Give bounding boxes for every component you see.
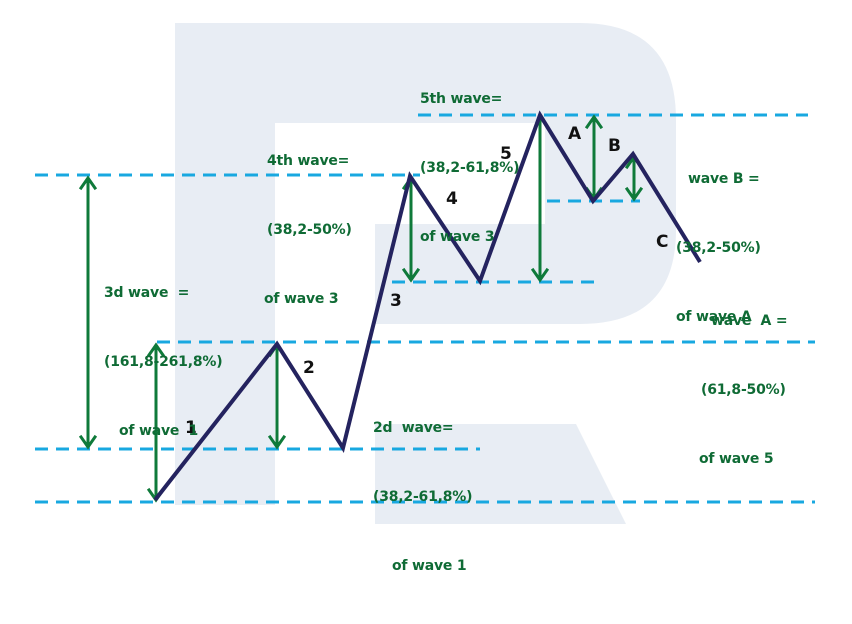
wave-letter-b: B xyxy=(608,136,621,156)
annotation-wave-a-line3: of wave 5 xyxy=(699,451,774,467)
annotation-wave-a-line2: (61,8-50%) xyxy=(701,382,786,398)
annotation-wave-a: wave A = (61,8-50%) of wave 5 xyxy=(699,264,788,517)
annotation-fourth-wave-line2: (38,2-50%) xyxy=(267,222,352,238)
wave-number-2: 2 xyxy=(303,358,315,378)
annotation-wave-a-line1: wave A = xyxy=(711,313,788,329)
annotation-third-wave: 3d wave = (161,8-261,8%) of wave 1 xyxy=(104,236,223,489)
annotation-fourth-wave: 4th wave= (38,2-50%) of wave 3 xyxy=(264,104,352,357)
wave-letter-c: C xyxy=(656,232,669,252)
annotation-third-wave-line2: (161,8-261,8%) xyxy=(104,354,223,370)
annotation-second-wave-line3: of wave 1 xyxy=(392,558,467,574)
annotation-second-wave: 2d wave= (38,2-61,8%) of wave 1 xyxy=(373,371,473,624)
annotation-fourth-wave-line3: of wave 3 xyxy=(264,291,339,307)
wave-number-3: 3 xyxy=(390,291,402,311)
annotation-wave-b-line2: (38,2-50%) xyxy=(676,240,761,256)
annotation-second-wave-line1: 2d wave= xyxy=(373,420,454,436)
annotation-fifth-wave-line2: (38,2-61,8%) xyxy=(420,160,520,176)
arrow-wave3-range xyxy=(78,175,98,450)
annotation-third-wave-line3: of wave 1 xyxy=(119,423,199,439)
annotation-fifth-wave: 5th wave= (38,2-61,8%) of wave 3 xyxy=(420,42,520,295)
annotation-third-wave-line1: 3d wave = xyxy=(104,285,190,301)
annotation-second-wave-line2: (38,2-61,8%) xyxy=(373,489,473,505)
elliott-wave-diagram: 1 2 3 4 5 A B C 3d wave = (161,8-261,8%)… xyxy=(0,0,852,574)
annotation-wave-b-line1: wave B = xyxy=(688,171,760,187)
annotation-fifth-wave-line3: of wave 3 xyxy=(420,229,495,245)
annotation-fifth-wave-line1: 5th wave= xyxy=(420,91,503,107)
wave-letter-a: A xyxy=(568,124,582,144)
annotation-fourth-wave-line1: 4th wave= xyxy=(267,153,350,169)
